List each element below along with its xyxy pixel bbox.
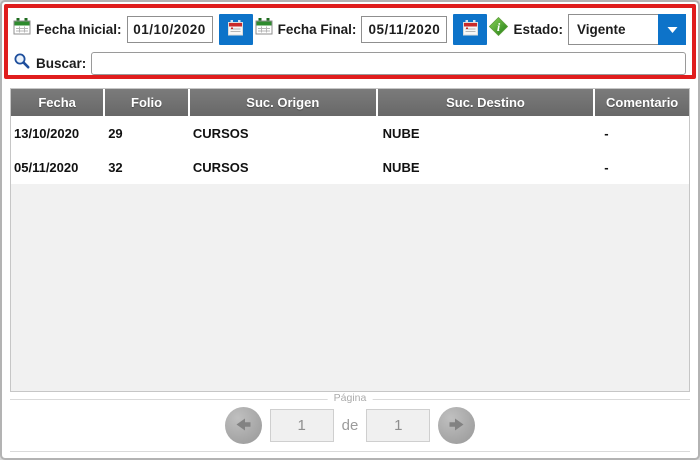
calendar-picker-icon xyxy=(227,20,244,39)
filter-panel: Fecha Inicial: xyxy=(4,4,696,79)
cell-comentario: - xyxy=(595,160,689,175)
cell-folio: 29 xyxy=(105,126,188,141)
pagination-section: Página de xyxy=(10,399,690,452)
fecha-inicial-input[interactable] xyxy=(127,16,213,43)
fecha-final-group: Fecha Final: xyxy=(255,14,488,45)
column-header-comentario[interactable]: Comentario xyxy=(595,89,689,116)
page-of-label: de xyxy=(342,417,359,434)
fecha-final-label: Fecha Final: xyxy=(278,22,357,37)
column-header-folio[interactable]: Folio xyxy=(105,89,188,116)
chevron-down-icon xyxy=(667,22,678,37)
filter-row-dates: Fecha Inicial: xyxy=(13,11,686,47)
search-input[interactable] xyxy=(91,52,686,75)
fecha-final-input[interactable] xyxy=(361,16,447,43)
filter-row-search: Buscar: xyxy=(13,49,686,77)
cell-fecha: 05/11/2020 xyxy=(11,160,103,175)
calendar-picker-icon xyxy=(462,20,479,39)
app-window: Fecha Inicial: xyxy=(0,0,700,460)
table-row[interactable]: 13/10/2020 29 CURSOS NUBE - xyxy=(11,116,689,150)
cell-suc-destino: NUBE xyxy=(378,126,594,141)
estado-dropdown-button[interactable] xyxy=(658,14,686,45)
arrow-right-icon xyxy=(447,415,466,437)
calendar-icon xyxy=(13,18,31,40)
buscar-label: Buscar: xyxy=(36,56,86,71)
cell-comentario: - xyxy=(595,126,689,141)
previous-page-button[interactable] xyxy=(225,407,262,444)
arrow-left-icon xyxy=(234,415,253,437)
estado-group: i Estado: Vigente xyxy=(489,14,686,45)
next-page-button[interactable] xyxy=(438,407,475,444)
column-header-fecha[interactable]: Fecha xyxy=(11,89,103,116)
cell-suc-origen: CURSOS xyxy=(190,126,376,141)
cell-suc-origen: CURSOS xyxy=(190,160,376,175)
search-icon xyxy=(13,52,31,75)
fecha-inicial-label: Fecha Inicial: xyxy=(36,22,122,37)
estado-dropdown[interactable]: Vigente xyxy=(568,14,686,45)
pagination-controls: de xyxy=(10,400,690,451)
results-table: Fecha Folio Suc. Origen Suc. Destino Com… xyxy=(10,88,690,392)
fecha-inicial-picker-button[interactable] xyxy=(219,14,253,45)
column-header-suc-destino[interactable]: Suc. Destino xyxy=(378,89,594,116)
table-header-row: Fecha Folio Suc. Origen Suc. Destino Com… xyxy=(11,89,689,116)
calendar-icon xyxy=(255,18,273,40)
pagination-legend: Página xyxy=(328,392,373,404)
current-page-input[interactable] xyxy=(270,409,334,442)
table-row[interactable]: 05/11/2020 32 CURSOS NUBE - xyxy=(11,150,689,184)
cell-folio: 32 xyxy=(105,160,188,175)
info-icon: i xyxy=(489,17,508,41)
fecha-inicial-group: Fecha Inicial: xyxy=(13,14,253,45)
column-header-suc-origen[interactable]: Suc. Origen xyxy=(190,89,376,116)
fecha-final-picker-button[interactable] xyxy=(453,14,487,45)
table-body: 13/10/2020 29 CURSOS NUBE - 05/11/2020 3… xyxy=(11,116,689,184)
cell-fecha: 13/10/2020 xyxy=(11,126,103,141)
cell-suc-destino: NUBE xyxy=(378,160,594,175)
estado-label: Estado: xyxy=(513,22,563,37)
estado-selected-value: Vigente xyxy=(568,14,658,45)
total-pages-input[interactable] xyxy=(366,409,430,442)
